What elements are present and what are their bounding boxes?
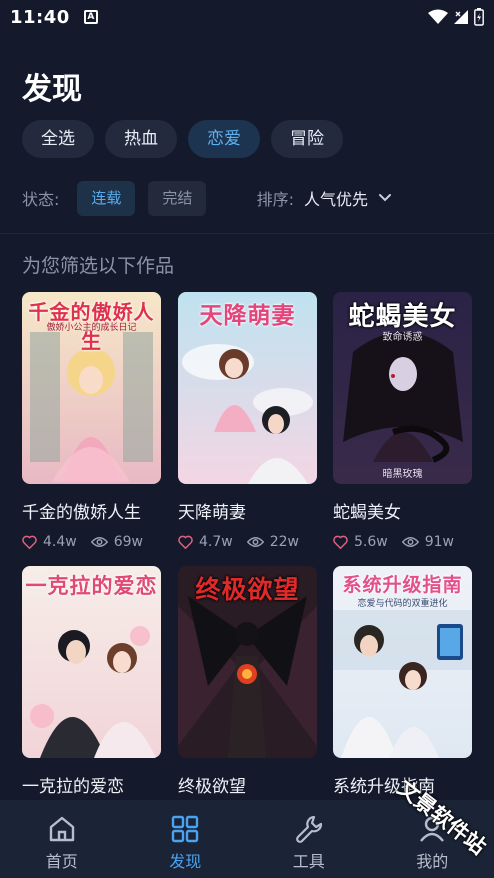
nav-item-discover[interactable]: 发现 [124, 800, 248, 878]
cover-title: 天降萌妻 [199, 303, 296, 329]
view-count: 22w [246, 534, 299, 550]
chip-adventure[interactable]: 冒险 [271, 120, 343, 158]
chip-all[interactable]: 全选 [22, 120, 94, 158]
work-card[interactable]: 终极欲望 终极欲望 [178, 566, 317, 797]
work-card[interactable]: 千金的傲娇人生 傲娇小公主的成长日记 千金的傲娇人生 4.4w 69w [22, 292, 161, 550]
work-cover[interactable]: 一克拉的爱恋 [22, 566, 161, 758]
work-name: 终极欲望 [178, 777, 246, 797]
chip-hot-blood[interactable]: 热血 [105, 120, 177, 158]
chip-romance[interactable]: 恋爱 [188, 120, 260, 158]
cover-title: 系统升级指南 [342, 574, 463, 596]
nav-label: 工具 [292, 852, 325, 871]
view-count: 91w [401, 534, 454, 550]
view-value: 69w [113, 534, 143, 550]
eye-icon [401, 537, 419, 547]
cover-title: 一克拉的爱恋 [25, 574, 158, 598]
work-card[interactable]: 系统升级指南 恋爱与代码的双重进化 系统升级指南 [333, 566, 472, 797]
like-count: 5.6w [333, 534, 388, 550]
work-stats: 4.4w 69w [22, 534, 161, 550]
signal-icon [454, 10, 468, 24]
eye-icon [246, 537, 264, 547]
divider [0, 233, 494, 234]
work-name: 千金的傲娇人生 [22, 503, 141, 523]
status-completed-button[interactable]: 完结 [148, 180, 207, 216]
work-name: 天降萌妻 [178, 503, 246, 523]
cover-footer: 暗黑玫瑰 [382, 469, 423, 480]
eye-icon [90, 537, 108, 547]
page-title: 发现 [22, 72, 82, 107]
work-cover[interactable]: 系统升级指南 恋爱与代码的双重进化 [333, 566, 472, 758]
home-icon [49, 816, 74, 842]
section-title: 为您筛选以下作品 [22, 255, 175, 277]
chevron-down-icon [379, 194, 391, 202]
status-filter-label: 状态: [22, 190, 60, 209]
view-value: 91w [424, 534, 454, 550]
wifi-icon [428, 9, 448, 24]
sort-value: 人气优先 [303, 190, 368, 209]
notification-icon: A [83, 10, 98, 24]
status-ongoing-button[interactable]: 连载 [77, 180, 136, 216]
heart-icon [333, 535, 348, 549]
heart-icon [22, 535, 37, 549]
work-name: 一克拉的爱恋 [22, 777, 124, 797]
sort-label: 排序: [256, 190, 294, 209]
work-cover[interactable]: 天降萌妻 [178, 292, 317, 484]
view-value: 22w [269, 534, 299, 550]
status-bar: 11:40 A [0, 0, 494, 34]
cover-subtitle: 致命诱惑 [382, 332, 423, 343]
nav-item-tools[interactable]: 工具 [247, 800, 371, 878]
cover-subtitle: 恋爱与代码的双重进化 [357, 599, 448, 609]
cover-subtitle: 傲娇小公主的成长日记 [46, 323, 137, 333]
like-value: 4.7w [199, 534, 233, 550]
nav-label: 发现 [169, 852, 202, 871]
work-cover[interactable]: 蛇蝎美女 致命诱惑 暗黑玫瑰 [333, 292, 472, 484]
work-card[interactable]: 蛇蝎美女 致命诱惑 暗黑玫瑰 蛇蝎美女 5.6w 91w [333, 292, 472, 550]
nav-item-home[interactable]: 首页 [0, 800, 124, 878]
grid-icon [172, 815, 199, 843]
like-count: 4.7w [178, 534, 233, 550]
work-cover[interactable]: 千金的傲娇人生 傲娇小公主的成长日记 [22, 292, 161, 484]
battery-icon [474, 8, 484, 26]
discover-screen: 11:40 A 发现 全选 热血 恋爱 冒险 状态: 连载 完结 排序: 人气优… [0, 0, 494, 878]
like-count: 4.4w [22, 534, 77, 550]
work-cover[interactable]: 终极欲望 [178, 566, 317, 758]
status-icons [428, 8, 484, 26]
work-stats: 5.6w 91w [333, 534, 472, 550]
like-value: 4.4w [43, 534, 77, 550]
like-value: 5.6w [354, 534, 388, 550]
cover-title: 终极欲望 [195, 575, 300, 604]
work-card[interactable]: 一克拉的爱恋 一克拉的爱恋 [22, 566, 161, 797]
sort-dropdown[interactable]: 排序: 人气优先 [257, 186, 392, 210]
view-count: 69w [90, 534, 143, 550]
heart-icon [178, 535, 193, 549]
status-time: 11:40 [10, 6, 70, 28]
work-stats: 4.7w 22w [178, 534, 317, 550]
wrench-icon [295, 815, 322, 843]
work-card[interactable]: 天降萌妻 天降萌妻 4.7w 22w [178, 292, 317, 550]
nav-label: 首页 [45, 852, 78, 871]
work-name: 蛇蝎美女 [333, 503, 401, 523]
filter-bar: 状态: 连载 完结 排序: 人气优先 [22, 180, 472, 216]
category-chips: 全选 热血 恋爱 冒险 [22, 120, 343, 158]
